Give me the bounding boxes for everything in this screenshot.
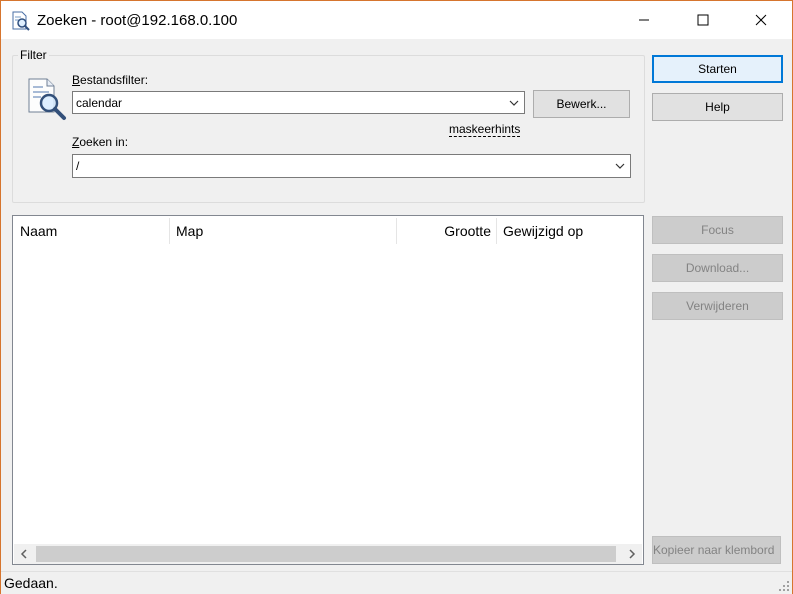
- column-header-modified-label: Gewijzigd op: [503, 223, 584, 239]
- search-in-label-text: Zoeken in:: [72, 135, 129, 149]
- start-button[interactable]: Starten: [652, 55, 783, 83]
- close-icon: [755, 14, 767, 26]
- search-in-label: Zoeken in:: [72, 135, 128, 149]
- search-file-icon: [28, 78, 66, 120]
- column-header-name[interactable]: Naam: [13, 216, 169, 246]
- focus-button[interactable]: Focus: [652, 216, 783, 244]
- results-list[interactable]: Naam Map Grootte Gewijzigd op: [12, 215, 644, 565]
- column-header-name-label: Naam: [20, 223, 58, 239]
- minimize-button[interactable]: [621, 1, 667, 39]
- help-button[interactable]: Help: [652, 93, 783, 121]
- file-filter-label-text: Bestandsfilter:: [72, 73, 149, 87]
- file-filter-label: Bestandsfilter:: [72, 73, 148, 87]
- chevron-down-icon[interactable]: [614, 160, 626, 172]
- filter-group-label: Filter: [18, 48, 49, 62]
- column-header-size[interactable]: Grootte: [397, 216, 496, 246]
- edit-mask-button[interactable]: Bewerk...: [533, 90, 630, 118]
- horizontal-scrollbar[interactable]: [14, 544, 642, 564]
- window-title: Zoeken - root@192.168.0.100: [37, 12, 238, 29]
- status-text: Gedaan.: [4, 575, 58, 591]
- resize-grip-icon[interactable]: [778, 580, 790, 592]
- column-header-folder[interactable]: Map: [170, 216, 396, 246]
- column-header-size-label: Grootte: [444, 223, 491, 239]
- maximize-button[interactable]: [680, 1, 726, 39]
- chevron-down-icon[interactable]: [508, 97, 520, 109]
- minimize-icon: [639, 19, 649, 21]
- copy-to-clipboard-button[interactable]: Kopieer naar klembord: [652, 536, 781, 564]
- search-in-combobox[interactable]: /: [72, 154, 631, 178]
- scrollbar-thumb[interactable]: [36, 546, 616, 562]
- column-header-modified[interactable]: Gewijzigd op: [497, 216, 643, 246]
- scroll-right-button[interactable]: [622, 544, 642, 564]
- search-window: Zoeken - root@192.168.0.100 Filter Besta…: [0, 0, 793, 594]
- search-window-icon: [12, 11, 30, 31]
- download-button[interactable]: Download...: [652, 254, 783, 282]
- maximize-icon: [697, 14, 709, 26]
- mask-hints-link[interactable]: maskeerhints: [449, 122, 521, 137]
- file-filter-value: calendar: [76, 96, 123, 110]
- search-in-value: /: [76, 159, 80, 173]
- chevron-right-icon: [629, 549, 636, 559]
- status-bar: Gedaan.: [1, 571, 792, 594]
- file-filter-combobox[interactable]: calendar: [72, 91, 525, 114]
- delete-button[interactable]: Verwijderen: [652, 292, 783, 320]
- chevron-left-icon: [20, 549, 27, 559]
- close-button[interactable]: [738, 1, 784, 39]
- column-header-folder-label: Map: [176, 223, 204, 239]
- title-bar[interactable]: Zoeken - root@192.168.0.100: [1, 1, 792, 39]
- scroll-left-button[interactable]: [14, 544, 34, 564]
